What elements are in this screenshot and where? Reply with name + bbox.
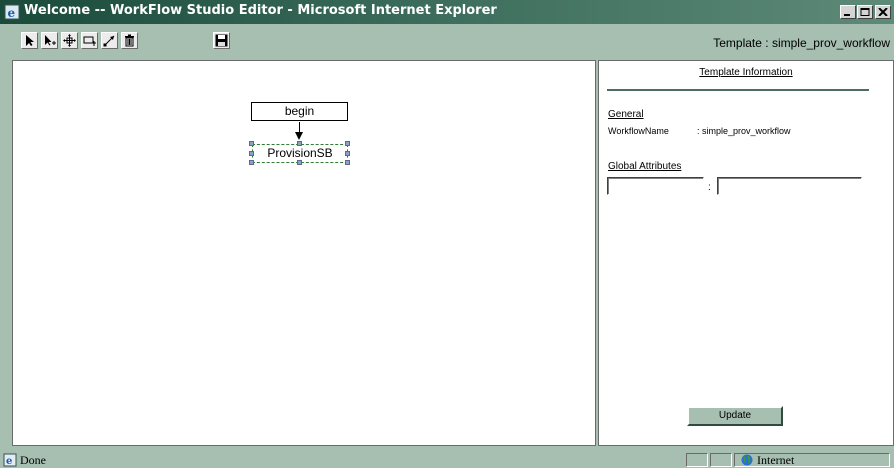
editor-toolbar: Template : simple_prov_workflow <box>8 30 894 59</box>
select-tool-button[interactable] <box>21 32 38 49</box>
browser-window: e Welcome -- WorkFlow Studio Editor - Mi… <box>0 0 894 468</box>
window-title: Welcome -- WorkFlow Studio Editor - Micr… <box>24 3 497 18</box>
ie-app-icon: e <box>4 4 20 20</box>
add-node-arrow-icon <box>45 35 56 46</box>
delete-tool-button[interactable] <box>121 32 138 49</box>
delete-icon <box>125 34 134 47</box>
selection-handle[interactable] <box>249 160 254 165</box>
connect-icon <box>103 35 115 47</box>
close-icon <box>878 8 888 16</box>
move-icon <box>63 34 76 47</box>
add-node-tool-button[interactable] <box>41 32 58 49</box>
general-section-heading: General <box>608 109 644 120</box>
add-activity-tool-button[interactable] <box>81 32 98 49</box>
maximize-button[interactable] <box>857 5 873 19</box>
update-button[interactable]: Update <box>687 406 783 426</box>
save-icon <box>215 34 228 47</box>
attribute-separator: : <box>708 182 711 193</box>
selection-handle[interactable] <box>345 141 350 146</box>
add-activity-icon <box>83 36 96 46</box>
workflow-name-label: WorkflowName <box>608 126 669 136</box>
selection-handle[interactable] <box>297 141 302 146</box>
selection-handle[interactable] <box>345 160 350 165</box>
selection-handle[interactable] <box>249 141 254 146</box>
svg-text:e: e <box>8 6 16 20</box>
minimize-button[interactable] <box>840 5 856 19</box>
globe-icon <box>741 454 753 466</box>
workflow-canvas[interactable]: begin ProvisionSB <box>12 60 596 446</box>
status-cell <box>710 453 732 467</box>
page-icon: e <box>3 453 17 467</box>
zone-label: Internet <box>757 453 795 467</box>
selection-handle[interactable] <box>345 151 350 156</box>
transition-arrowhead <box>295 132 303 140</box>
template-info-panel: Template Information General WorkflowNam… <box>598 60 894 446</box>
global-attributes-heading: Global Attributes <box>608 161 682 172</box>
selection-handle[interactable] <box>297 160 302 165</box>
connect-tool-button[interactable] <box>101 32 118 49</box>
template-info-heading: Template Information <box>699 67 793 78</box>
select-arrow-icon <box>26 35 34 46</box>
svg-text:e: e <box>6 456 12 467</box>
attribute-name-input[interactable] <box>607 177 704 195</box>
close-button[interactable] <box>875 5 891 19</box>
selection-handle[interactable] <box>249 151 254 156</box>
move-tool-button[interactable] <box>61 32 78 49</box>
template-name-label: Template : simple_prov_workflow <box>713 36 890 50</box>
status-bar: e Done Internet <box>0 452 894 468</box>
attribute-value-input[interactable] <box>717 177 862 195</box>
workflow-name-value: : simple_prov_workflow <box>697 126 791 136</box>
heading-divider <box>607 89 869 91</box>
status-text: Done <box>20 453 46 467</box>
save-button[interactable] <box>213 32 230 49</box>
status-cell <box>686 453 708 467</box>
workflow-node-begin[interactable]: begin <box>251 102 348 121</box>
title-bar[interactable]: e Welcome -- WorkFlow Studio Editor - Mi… <box>0 0 894 24</box>
